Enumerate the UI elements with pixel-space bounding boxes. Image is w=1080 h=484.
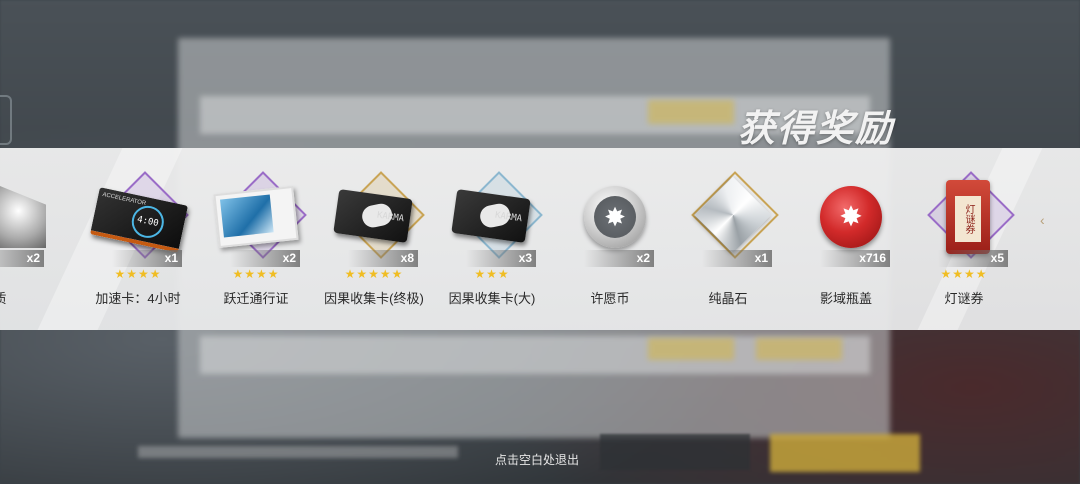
background-button [770,434,920,472]
reward-quantity: x2 [230,250,300,267]
karma-card-icon: KARMA [333,189,413,243]
reward-quantity: x5 [938,250,1008,267]
reward-item[interactable]: KARMA x8 ★★★★★ 因果收集卡(终极) [316,171,432,310]
rarity-stars: ★★★★ [940,267,988,281]
background-button [756,338,842,360]
reward-name: 因果收集卡(终极) [324,291,424,306]
tap-to-exit-hint[interactable]: 点击空白处退出 [495,451,579,468]
reward-name: 许愿币 [590,291,630,306]
rewards-title: 获得奖励 [738,108,894,149]
reward-name: 质 [0,288,68,307]
background-footer [138,446,458,458]
rarity-stars: ★★★ [474,267,510,281]
reward-quantity: x2 [0,250,44,267]
lantern-tag-text: 灯谜券 [955,196,981,242]
rarity-stars: ★★★★★ [344,267,404,281]
reward-name: 因果收集卡(大) [448,291,536,306]
reward-item[interactable]: ✸ x2 许愿币 [552,178,668,310]
reward-quantity: x2 [584,250,654,267]
karma-card-icon: KARMA [451,189,531,243]
wish-coin-icon: ✸ [584,186,646,248]
reward-quantity: x1 [112,250,182,267]
reward-name: 纯晶石 [708,291,748,306]
reward-item[interactable]: x2 质 [0,178,58,310]
reward-item[interactable]: x1 纯晶石 [670,171,786,310]
reward-item[interactable]: ✸ x716 影域瓶盖 [788,178,904,310]
reward-item[interactable]: x2 ★★★★ 跃迁通行证 [198,171,314,310]
warp-pass-icon [213,185,299,249]
crystal-gem-icon [694,176,772,254]
rarity-stars: ★★★★ [232,267,280,281]
reward-quantity: x3 [466,250,536,267]
card-clock-text: 4:00 [128,202,167,241]
reward-quantity: x716 [820,250,890,267]
reward-item[interactable]: 灯谜券 x5 ★★★★ 灯谜券 [906,171,1022,310]
reward-quantity: x1 [702,250,772,267]
accelerator-card-icon: ACCELERATOR 4:00 [89,187,189,253]
background-button [648,100,734,124]
bottle-cap-icon: ✸ [820,186,882,248]
reward-name: 灯谜券 [944,291,984,306]
reward-item[interactable]: KARMA x3 ★★★ 因果收集卡(大) [434,171,550,310]
reward-quantity: x8 [348,250,418,267]
lantern-ticket-icon: 灯谜券 [946,180,990,254]
rarity-stars: ★★★★ [114,267,162,281]
coin-emblem: ✸ [594,196,636,238]
reward-name: 影域瓶盖 [819,291,872,306]
background-button [600,434,750,470]
scroll-next-icon[interactable]: ‹ [1040,212,1045,228]
reward-name: 加速卡：4小时 [95,291,181,306]
reward-item[interactable]: ACCELERATOR 4:00 x1 ★★★★ 加速卡：4小时 [80,171,196,310]
background-button [648,338,734,360]
back-tab-icon [0,95,12,145]
reward-name: 跃迁通行证 [223,291,289,306]
